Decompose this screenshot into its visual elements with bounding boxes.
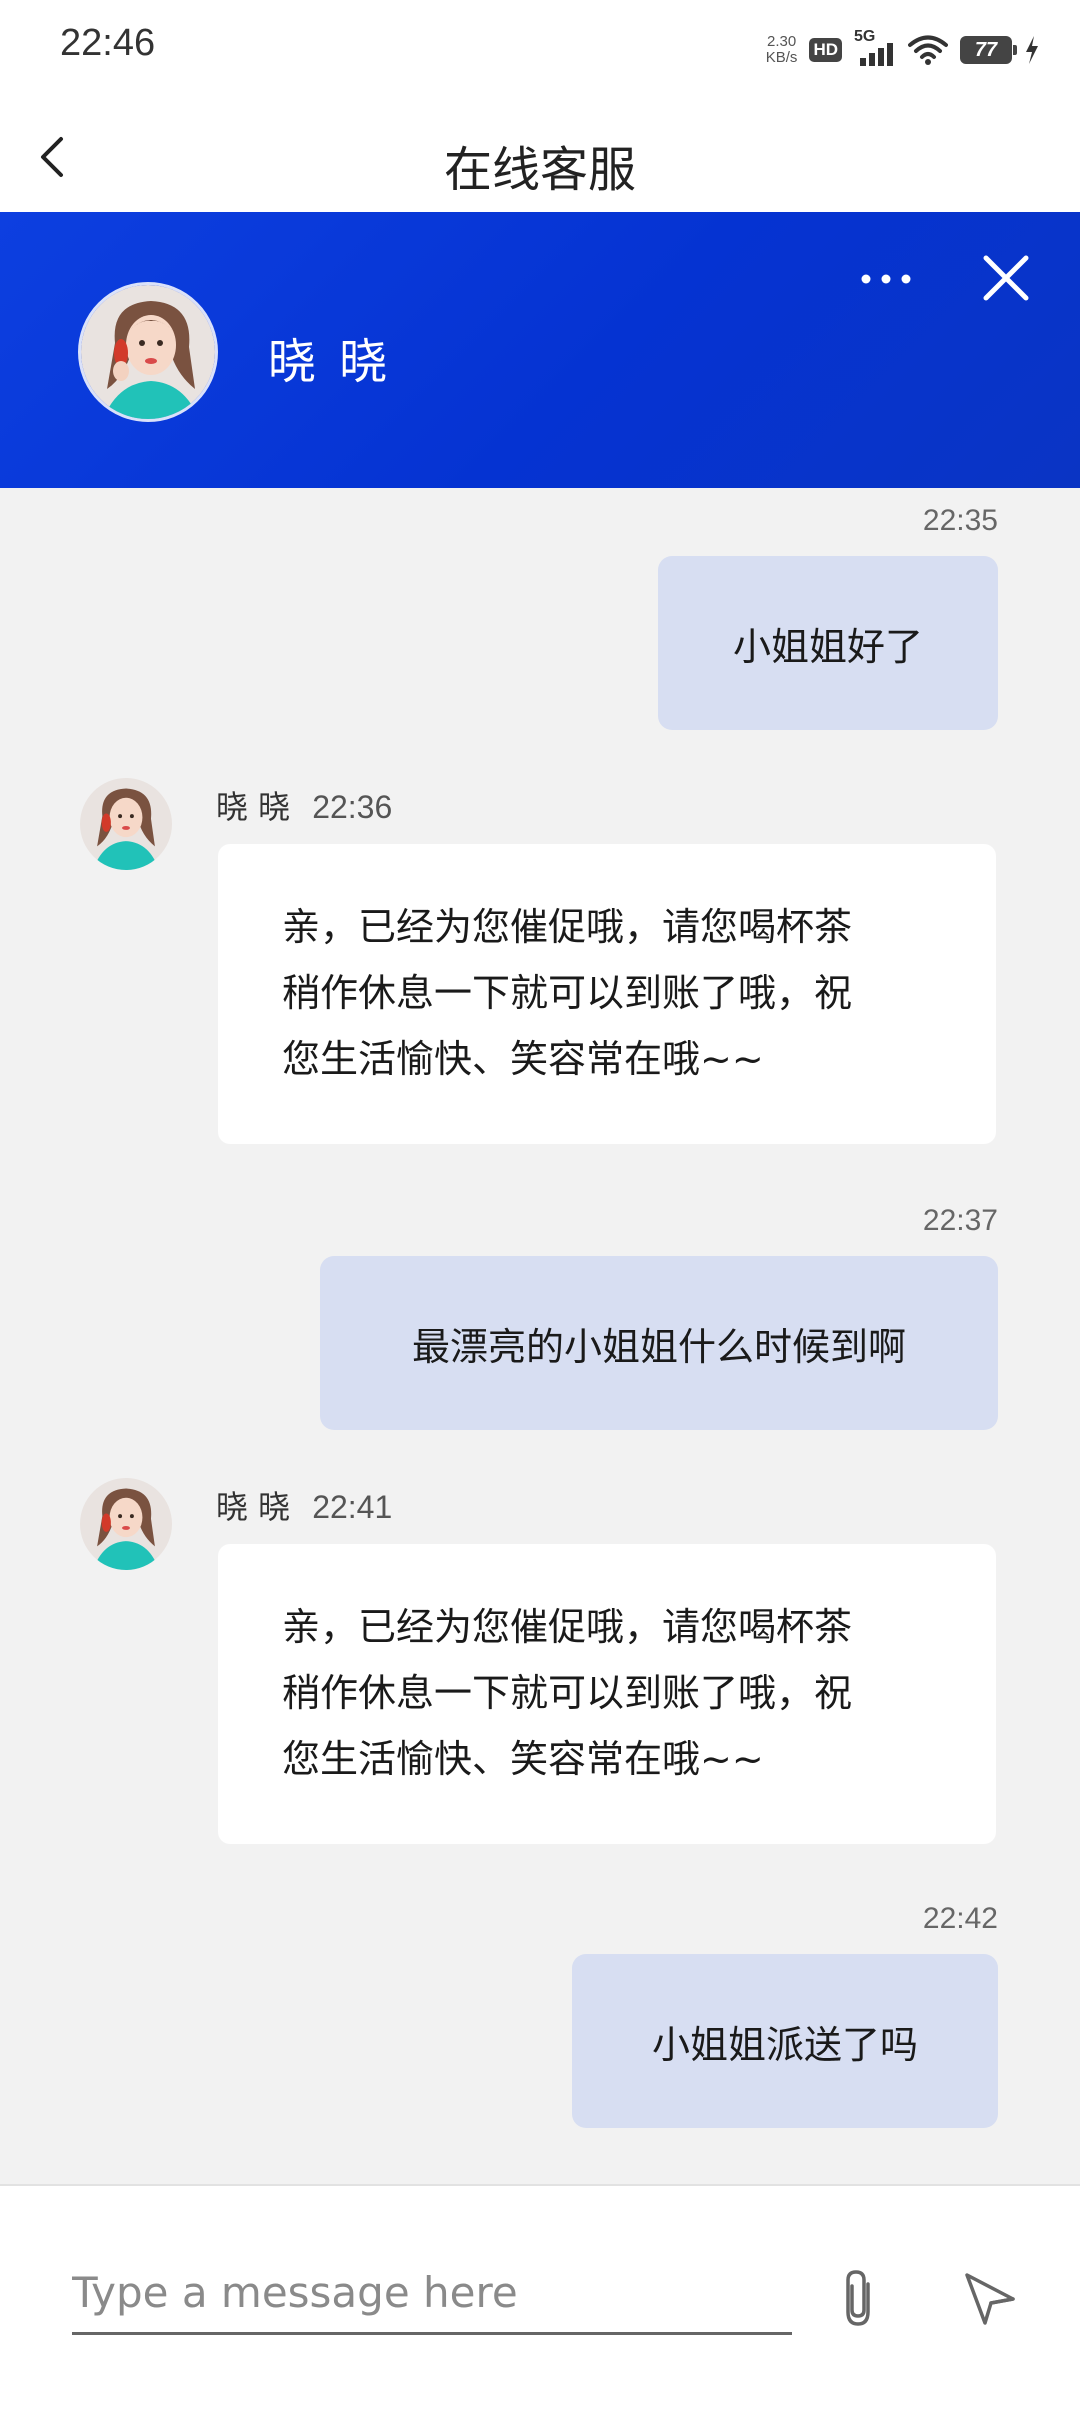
network-speed: 2.30 KB/s xyxy=(766,34,798,66)
message-time: 22:42 xyxy=(922,1902,998,1935)
message-line: 稍作休息一下就可以到账了哦，祝 xyxy=(282,971,853,1015)
chat-area[interactable]: 22:35 小姐姐好了 晓 晓 22:36 亲，已经为您催促哦，请您喝杯茶 稍作休… xyxy=(0,488,1080,2184)
status-time: 22:46 xyxy=(60,22,156,64)
outgoing-message-bubble[interactable]: 小姐姐派送了吗 xyxy=(572,1954,998,2128)
network-speed-value: 2.30 xyxy=(766,33,797,50)
close-icon xyxy=(983,255,1029,301)
message-meta: 晓 晓 22:41 xyxy=(216,1482,392,1528)
message-meta: 晓 晓 22:36 xyxy=(216,782,392,828)
wifi-icon xyxy=(908,35,948,65)
message-time: 22:37 xyxy=(922,1204,998,1237)
nav-bar: 在线客服 xyxy=(0,100,1080,212)
status-bar: 22:46 2.30 KB/s HD 5G 77 xyxy=(0,0,1080,100)
incoming-message-bubble[interactable]: 亲，已经为您催促哦，请您喝杯茶 稍作休息一下就可以到账了哦，祝 您生活愉快、笑容… xyxy=(218,844,996,1144)
message-line: 亲，已经为您催促哦，请您喝杯茶 xyxy=(282,1605,853,1649)
message-line: 您生活愉快、笑容常在哦~~ xyxy=(282,1737,764,1781)
more-dots-icon xyxy=(861,274,911,284)
agent-avatar-small xyxy=(80,1478,172,1570)
outgoing-message-bubble[interactable]: 小姐姐好了 xyxy=(658,556,998,730)
page-title: 在线客服 xyxy=(443,142,636,198)
message-line: 亲，已经为您催促哦，请您喝杯茶 xyxy=(282,905,853,949)
agent-avatar xyxy=(78,282,218,422)
send-icon xyxy=(965,2273,1015,2325)
battery-level: 77 xyxy=(974,38,998,61)
hd-icon: HD xyxy=(809,38,842,62)
battery-icon: 77 xyxy=(960,36,1017,64)
message-line: 稍作休息一下就可以到账了哦，祝 xyxy=(282,1671,853,1715)
attach-button[interactable] xyxy=(826,2256,890,2340)
outgoing-message-bubble[interactable]: 最漂亮的小姐姐什么时候到啊 xyxy=(320,1256,998,1430)
send-button[interactable] xyxy=(954,2258,1026,2338)
close-button[interactable] xyxy=(970,242,1042,314)
sender-name: 晓 晓 xyxy=(216,788,291,826)
agent-header: 晓 晓 xyxy=(0,212,1080,488)
network-speed-unit: KB/s xyxy=(765,49,798,66)
sender-name: 晓 晓 xyxy=(216,1488,291,1526)
message-composer xyxy=(0,2184,1080,2410)
message-line: 您生活愉快、笑容常在哦~~ xyxy=(282,1037,764,1081)
signal-icon: 5G xyxy=(854,28,896,68)
message-input[interactable] xyxy=(72,2252,792,2335)
message-time: 22:41 xyxy=(312,1489,393,1525)
message-time: 22:36 xyxy=(312,789,393,825)
paperclip-icon xyxy=(846,2270,870,2326)
more-button[interactable] xyxy=(846,254,926,304)
charging-bolt-icon xyxy=(1026,36,1038,64)
agent-avatar-small xyxy=(80,778,172,870)
message-time: 22:35 xyxy=(922,504,998,537)
status-icons: 2.30 KB/s HD 5G 77 xyxy=(766,28,1040,72)
incoming-message-bubble[interactable]: 亲，已经为您催促哦，请您喝杯茶 稍作休息一下就可以到账了哦，祝 您生活愉快、笑容… xyxy=(218,1544,996,1844)
agent-name: 晓 晓 xyxy=(268,334,392,390)
